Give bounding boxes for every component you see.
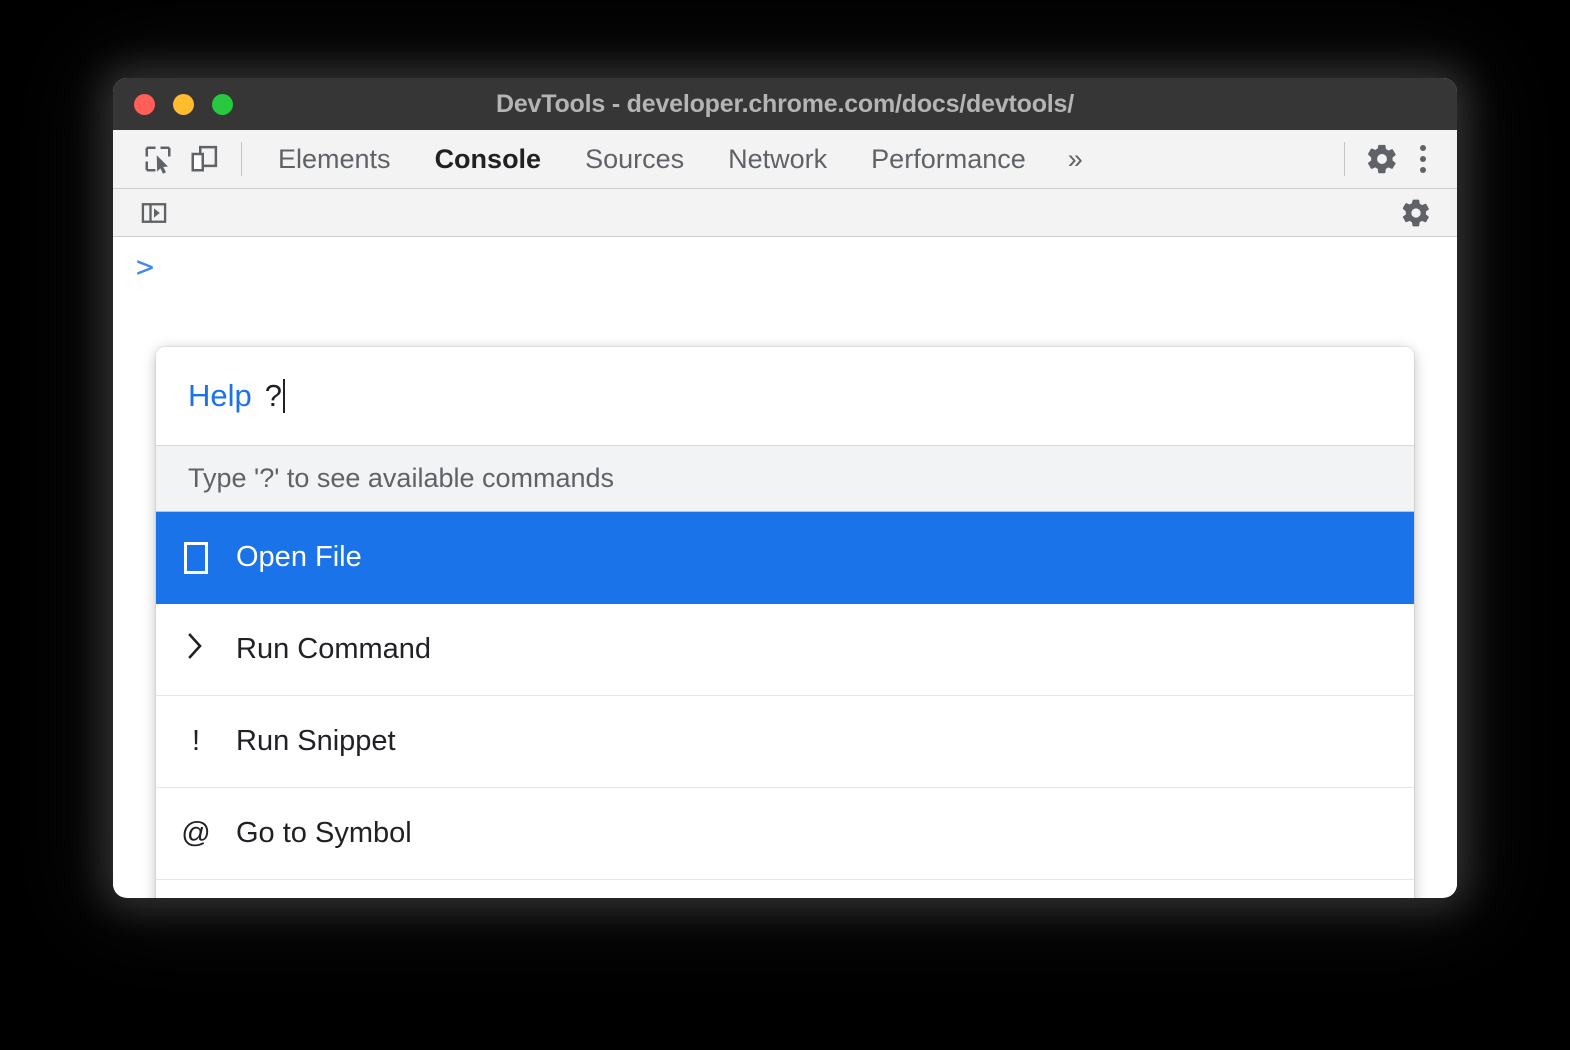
command-menu-prefix: Help xyxy=(188,378,252,414)
inspect-element-button[interactable] xyxy=(135,137,181,181)
toolbar-divider xyxy=(241,142,242,176)
tab-network[interactable]: Network xyxy=(706,137,849,181)
more-options-button[interactable] xyxy=(1405,137,1441,181)
file-box-icon xyxy=(156,541,236,574)
kebab-dot-1 xyxy=(1420,145,1426,151)
devtools-window: DevTools - developer.chrome.com/docs/dev… xyxy=(113,78,1457,898)
at-sign-icon: @ xyxy=(156,817,236,850)
chevron-right-icon xyxy=(156,631,236,669)
console-prompt-caret: > xyxy=(136,253,154,283)
command-menu-hint: Type '?' to see available commands xyxy=(156,445,1414,512)
kebab-dot-3 xyxy=(1420,167,1426,173)
devtools-toolbar: Elements Console Sources Network Perform… xyxy=(113,130,1457,189)
toolbar-divider-right xyxy=(1344,142,1345,176)
exclamation-icon: ! xyxy=(156,725,236,758)
command-menu-input[interactable]: Help ? xyxy=(156,347,1414,445)
command-item-label: Go to Symbol xyxy=(236,817,412,850)
console-toolbar xyxy=(113,189,1457,237)
gear-icon xyxy=(1400,197,1432,229)
close-window-button[interactable] xyxy=(134,94,155,115)
text-caret xyxy=(283,379,285,413)
minimize-window-button[interactable] xyxy=(173,94,194,115)
console-settings-button[interactable] xyxy=(1393,191,1439,235)
command-item-label: Open File xyxy=(236,541,362,574)
console-toolbar-right xyxy=(1393,191,1439,235)
command-item-label: Run Command xyxy=(236,633,431,666)
toolbar-right-group xyxy=(1330,137,1441,181)
tab-sources[interactable]: Sources xyxy=(563,137,706,181)
command-item-label: Run Snippet xyxy=(236,725,396,758)
command-item-go-to-line[interactable]: : Go to Line xyxy=(156,880,1414,898)
command-item-run-snippet[interactable]: ! Run Snippet xyxy=(156,696,1414,788)
console-sidebar-toggle-button[interactable] xyxy=(131,191,177,235)
tab-performance[interactable]: Performance xyxy=(849,137,1048,181)
device-toolbar-icon xyxy=(189,144,219,174)
command-item-open-file[interactable]: Open File xyxy=(156,512,1414,604)
chevron-right-glyph xyxy=(187,631,205,661)
command-menu-list: Open File Run Command ! Run Snippet @ xyxy=(156,512,1414,898)
show-console-sidebar-icon xyxy=(140,199,168,227)
tab-elements[interactable]: Elements xyxy=(256,137,413,181)
more-tabs-icon[interactable]: » xyxy=(1048,137,1103,181)
kebab-dot-2 xyxy=(1420,156,1426,162)
console-body: > Help ? Type '?' to see available comma… xyxy=(113,237,1457,897)
device-toolbar-button[interactable] xyxy=(181,137,227,181)
traffic-lights xyxy=(134,78,233,130)
settings-button[interactable] xyxy=(1359,137,1405,181)
maximize-window-button[interactable] xyxy=(212,94,233,115)
tab-console[interactable]: Console xyxy=(413,137,564,181)
window-titlebar: DevTools - developer.chrome.com/docs/dev… xyxy=(113,78,1457,130)
command-menu-dialog: Help ? Type '?' to see available command… xyxy=(156,347,1414,898)
devtools-tabs: Elements Console Sources Network Perform… xyxy=(256,137,1103,181)
command-item-go-to-symbol[interactable]: @ Go to Symbol xyxy=(156,788,1414,880)
window-title: DevTools - developer.chrome.com/docs/dev… xyxy=(496,90,1074,119)
command-item-run-command[interactable]: Run Command xyxy=(156,604,1414,696)
gear-icon xyxy=(1365,142,1399,176)
inspect-element-icon xyxy=(143,144,173,174)
command-menu-query: ? xyxy=(265,378,282,414)
